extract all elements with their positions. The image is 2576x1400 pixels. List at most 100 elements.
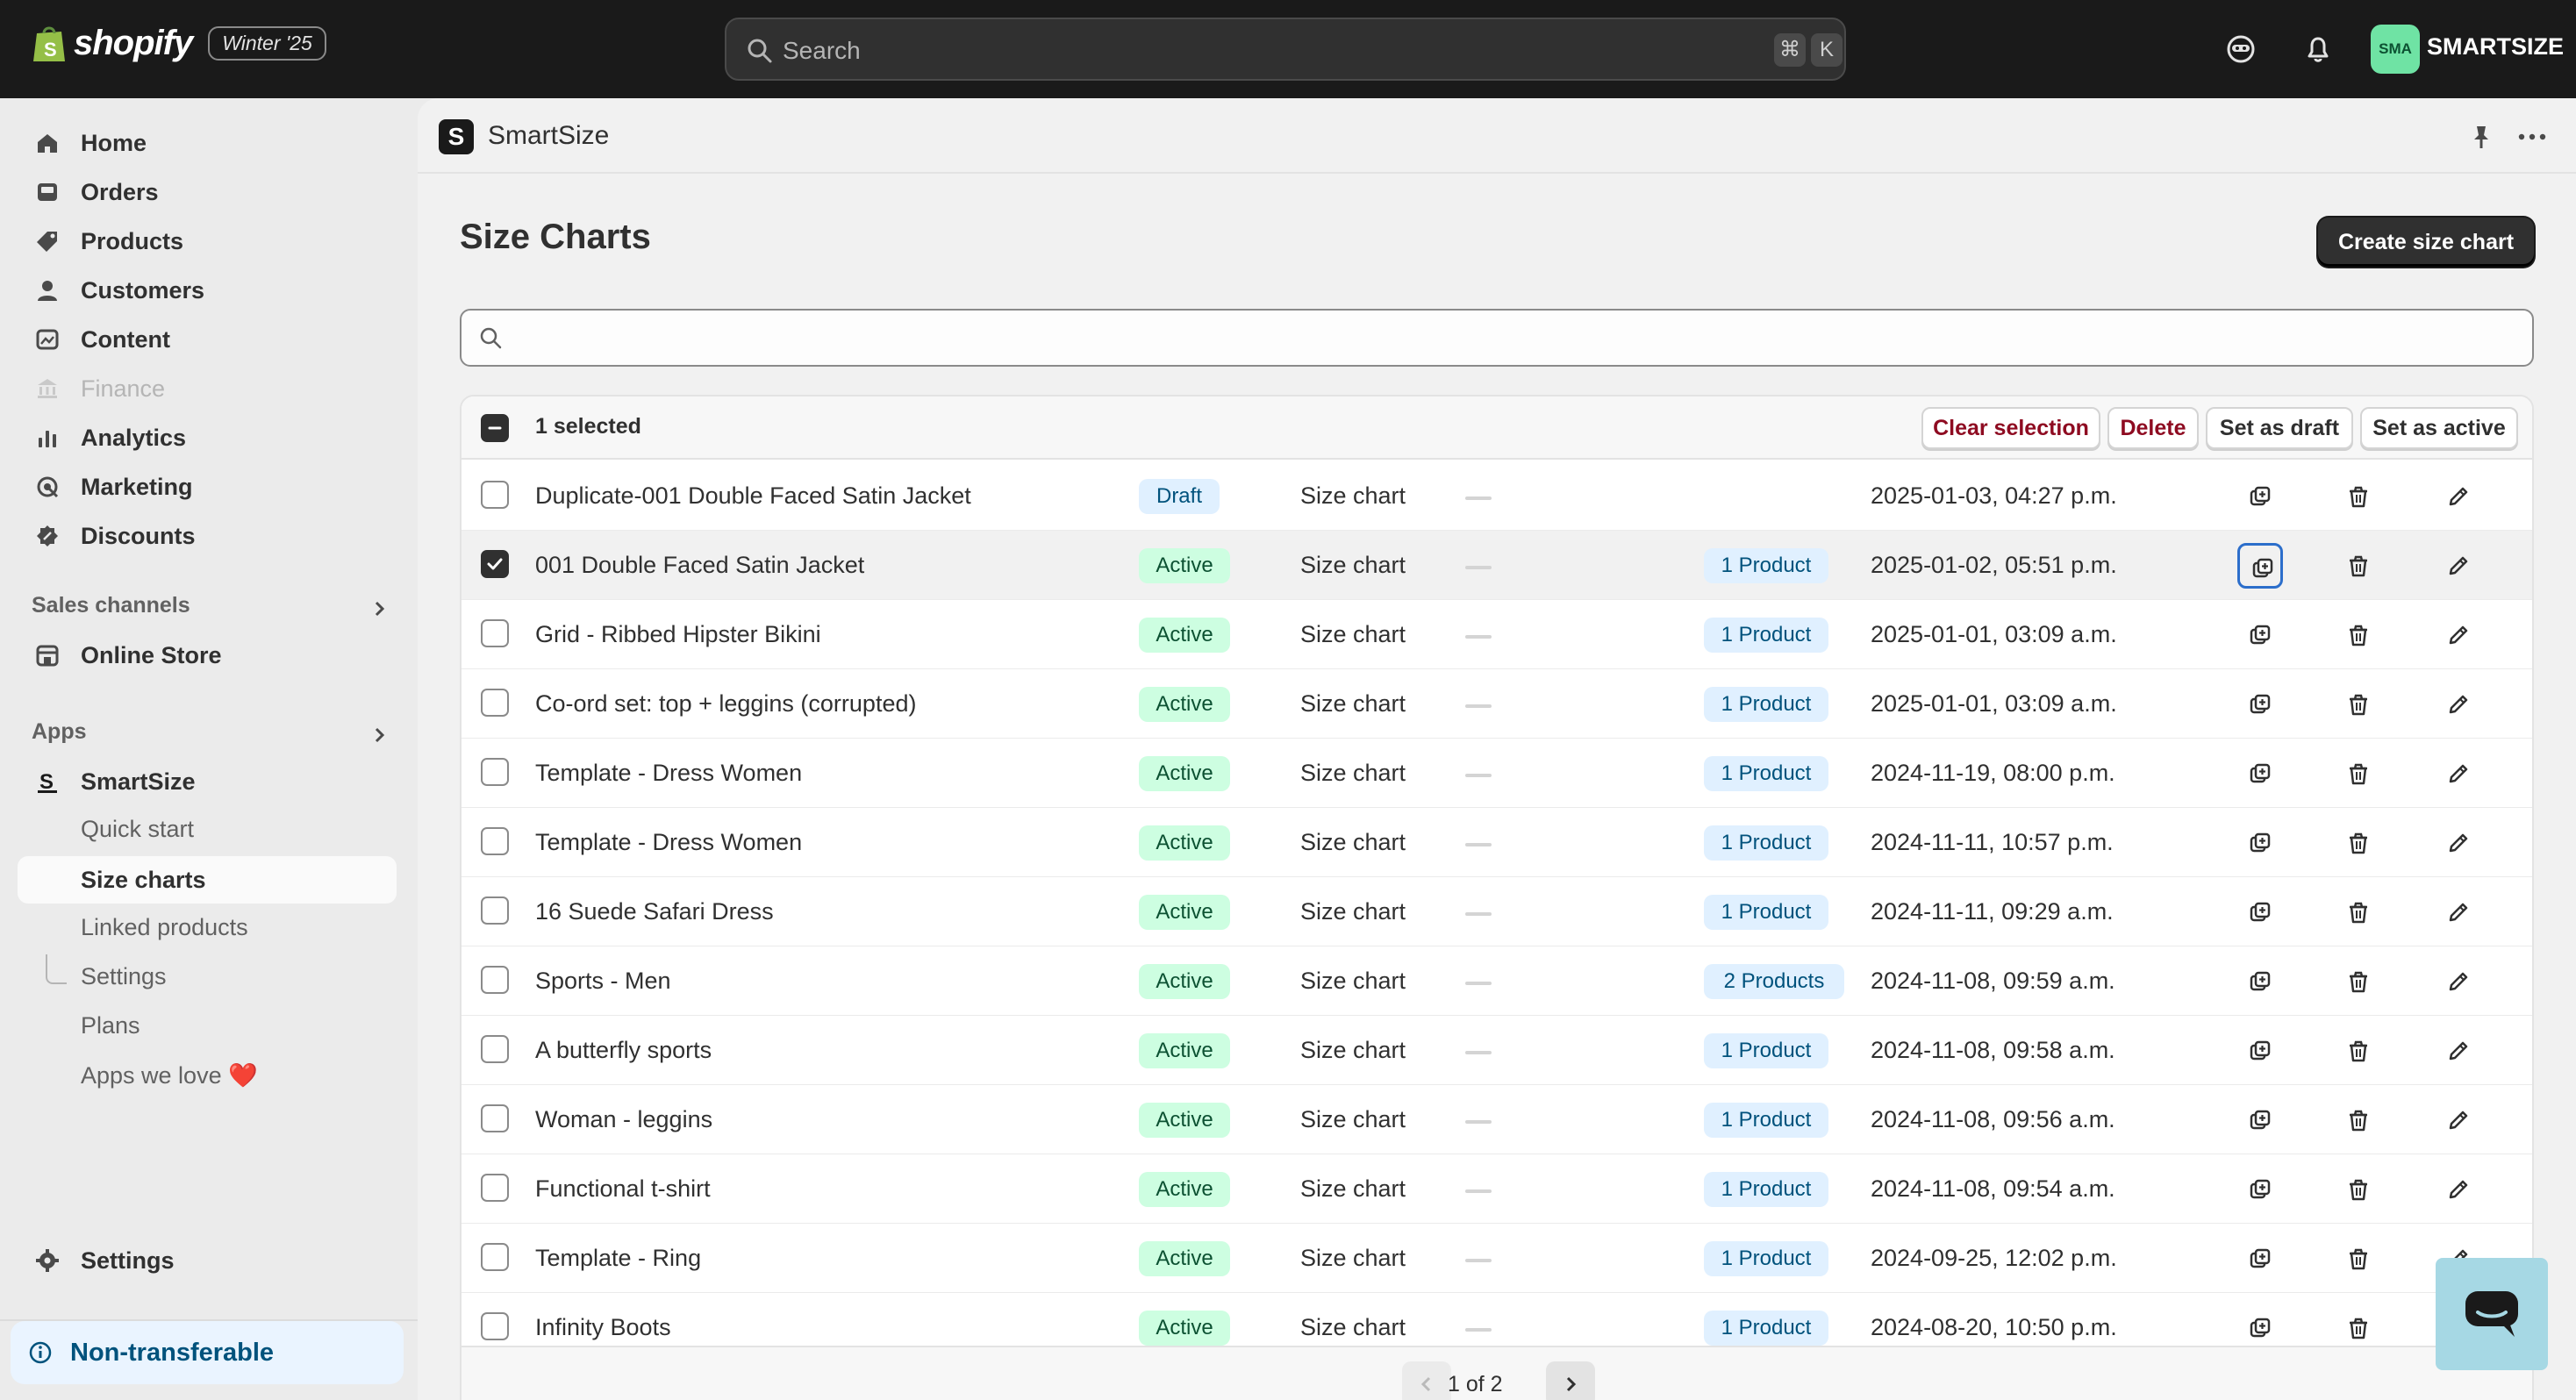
table-row[interactable]: 001 Double Faced Satin Jacket Active Size … — [462, 531, 2532, 601]
table-row[interactable]: 16 Suede Safari Dress Active Size chart 1 P… — [462, 877, 2532, 947]
sidebar-item-orders[interactable]: Orders — [18, 168, 397, 216]
chevron-right-icon[interactable] — [369, 725, 390, 746]
set-as-active-button[interactable]: Set as active — [2360, 407, 2518, 449]
row-checkbox[interactable] — [481, 1174, 509, 1202]
sidebar-subitem-plans[interactable]: Plans — [81, 1012, 140, 1039]
size-chart-name[interactable]: Template - Dress Women — [535, 829, 802, 856]
table-row[interactable]: Template - Dress Women Active Size chart 1 … — [462, 808, 2532, 878]
sidebar-item-smartsize[interactable]: S SmartSize — [18, 758, 397, 805]
edit-button[interactable] — [2436, 959, 2481, 1004]
more-actions-icon[interactable] — [2516, 123, 2548, 151]
search-filter-input[interactable] — [460, 309, 2534, 367]
create-size-chart-button[interactable]: Create size chart — [2318, 218, 2534, 267]
size-chart-name[interactable]: Woman - leggins — [535, 1106, 712, 1133]
duplicate-button[interactable] — [2237, 889, 2283, 935]
duplicate-button[interactable] — [2237, 1097, 2283, 1143]
row-checkbox[interactable] — [481, 1312, 509, 1340]
delete-row-button[interactable] — [2336, 612, 2381, 658]
avatar[interactable]: SMA — [2371, 25, 2420, 74]
duplicate-button[interactable] — [2237, 1167, 2283, 1212]
row-checkbox[interactable] — [481, 1243, 509, 1271]
delete-row-button[interactable] — [2336, 1305, 2381, 1351]
next-page-button[interactable] — [1546, 1361, 1595, 1400]
sidekick-icon[interactable] — [2223, 32, 2258, 67]
select-all-checkbox[interactable] — [481, 414, 509, 442]
duplicate-button[interactable] — [2237, 751, 2283, 796]
non-transferable-banner[interactable]: Non-transferable — [11, 1321, 404, 1384]
delete-row-button[interactable] — [2336, 1028, 2381, 1074]
store-name[interactable]: SMARTSIZE — [2427, 33, 2564, 61]
duplicate-button[interactable] — [2237, 820, 2283, 866]
row-checkbox[interactable] — [481, 758, 509, 786]
size-chart-name[interactable]: Duplicate-001 Double Faced Satin Jacket — [535, 482, 971, 510]
edit-button[interactable] — [2436, 820, 2481, 866]
table-row[interactable]: Functional t-shirt Active Size chart 1 Prod… — [462, 1154, 2532, 1225]
sidebar-item-online-store[interactable]: Online Store — [18, 632, 397, 679]
duplicate-button[interactable] — [2237, 682, 2283, 727]
table-row[interactable]: Template - Dress Women Active Size chart 1 … — [462, 739, 2532, 809]
delete-row-button[interactable] — [2336, 959, 2381, 1004]
delete-row-button[interactable] — [2336, 1236, 2381, 1282]
edit-button[interactable] — [2436, 474, 2481, 519]
size-chart-name[interactable]: Sports - Men — [535, 968, 671, 995]
edit-button[interactable] — [2436, 682, 2481, 727]
sidebar-item-content[interactable]: Content — [18, 316, 397, 363]
sidebar-subitem-apps-we-love[interactable]: Apps we love ❤️ — [81, 1061, 258, 1089]
sidebar-subitem-linked-products[interactable]: Linked products — [81, 914, 248, 941]
sidebar-subitem-quick-start[interactable]: Quick start — [81, 816, 194, 843]
pin-icon[interactable] — [2467, 123, 2495, 151]
duplicate-button[interactable] — [2237, 1236, 2283, 1282]
row-checkbox[interactable] — [481, 1035, 509, 1063]
duplicate-button[interactable] — [2237, 959, 2283, 1004]
edit-button[interactable] — [2436, 612, 2481, 658]
duplicate-button[interactable] — [2237, 474, 2283, 519]
size-chart-name[interactable]: Template - Ring — [535, 1245, 701, 1272]
row-checkbox[interactable] — [481, 689, 509, 717]
table-row[interactable]: Template - Ring Active Size chart 1 Product… — [462, 1224, 2532, 1294]
chat-support-button[interactable] — [2436, 1258, 2548, 1370]
sidebar-item-settings[interactable]: Settings — [18, 1237, 397, 1284]
delete-row-button[interactable] — [2336, 682, 2381, 727]
row-checkbox[interactable] — [481, 1104, 509, 1132]
size-chart-name[interactable]: Functional t-shirt — [535, 1175, 711, 1203]
delete-row-button[interactable] — [2336, 889, 2381, 935]
table-row[interactable]: Duplicate-001 Double Faced Satin Jacket D… — [462, 461, 2532, 532]
edit-button[interactable] — [2436, 1167, 2481, 1212]
delete-row-button[interactable] — [2336, 1167, 2381, 1212]
table-row[interactable]: Woman - leggins Active Size chart 1 Product… — [462, 1085, 2532, 1155]
row-checkbox[interactable] — [481, 827, 509, 855]
duplicate-button[interactable] — [2237, 543, 2283, 589]
edit-button[interactable] — [2436, 889, 2481, 935]
edit-button[interactable] — [2436, 751, 2481, 796]
sidebar-subitem-size-charts[interactable]: Size charts — [18, 856, 397, 904]
row-checkbox[interactable] — [481, 481, 509, 509]
bell-icon[interactable] — [2301, 32, 2336, 67]
shopify-logo[interactable]: S shopify Winter '25 — [32, 23, 326, 63]
delete-row-button[interactable] — [2336, 543, 2381, 589]
sidebar-item-analytics[interactable]: Analytics — [18, 414, 397, 461]
delete-row-button[interactable] — [2336, 1097, 2381, 1143]
edit-button[interactable] — [2436, 1097, 2481, 1143]
delete-button[interactable]: Delete — [2107, 407, 2199, 449]
delete-row-button[interactable] — [2336, 820, 2381, 866]
set-as-draft-button[interactable]: Set as draft — [2206, 407, 2353, 449]
duplicate-button[interactable] — [2237, 1028, 2283, 1074]
table-row[interactable]: Grid - Ribbed Hipster Bikini Active Size c… — [462, 600, 2532, 670]
sidebar-item-home[interactable]: Home — [18, 119, 397, 167]
size-chart-name[interactable]: A butterfly sports — [535, 1037, 712, 1064]
sidebar-item-customers[interactable]: Customers — [18, 267, 397, 314]
size-chart-name[interactable]: Co-ord set: top + leggins (corrupted) — [535, 690, 916, 718]
row-checkbox[interactable] — [481, 896, 509, 925]
size-chart-name[interactable]: Template - Dress Women — [535, 760, 802, 787]
sidebar-subitem-settings[interactable]: Settings — [81, 963, 167, 990]
table-row[interactable]: Sports - Men Active Size chart 2 Products 20… — [462, 946, 2532, 1017]
duplicate-button[interactable] — [2237, 1305, 2283, 1351]
table-row[interactable]: A butterfly sports Active Size chart 1 Prod… — [462, 1016, 2532, 1086]
search-bar[interactable]: Search ⌘ K — [725, 18, 1846, 81]
delete-row-button[interactable] — [2336, 751, 2381, 796]
chevron-right-icon[interactable] — [369, 598, 390, 619]
sidebar-item-finance[interactable]: Finance — [18, 365, 397, 412]
size-chart-name[interactable]: 16 Suede Safari Dress — [535, 898, 774, 925]
row-checkbox[interactable] — [481, 619, 509, 647]
clear-selection-button[interactable]: Clear selection — [1921, 407, 2100, 449]
